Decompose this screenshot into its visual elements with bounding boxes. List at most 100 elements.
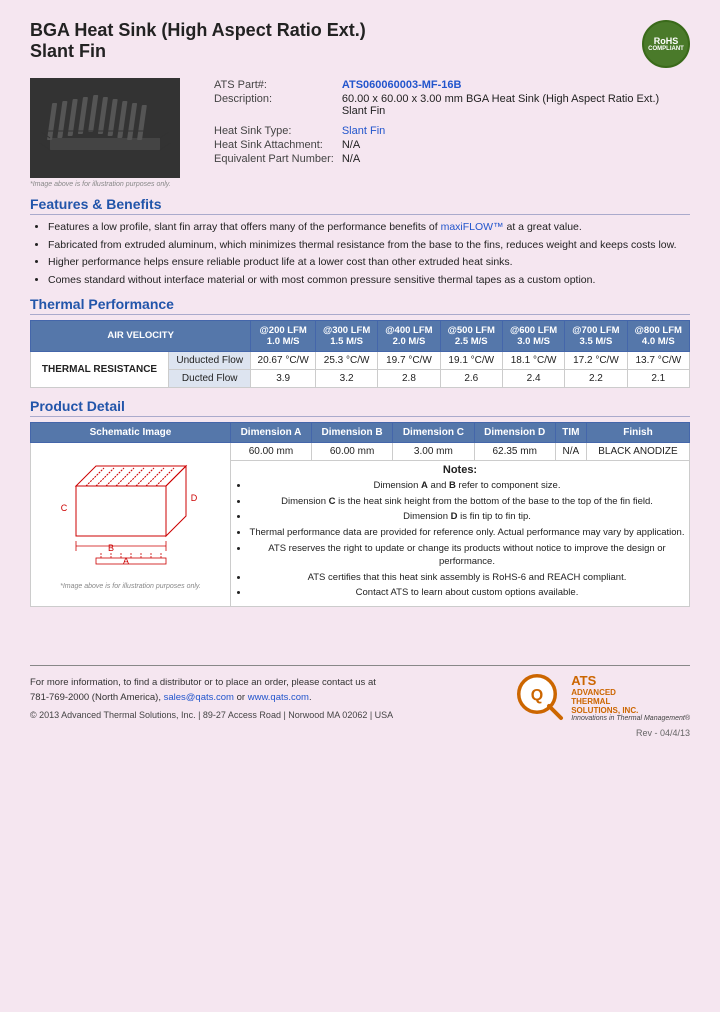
unducted-800: 13.7 °C/W	[627, 351, 689, 369]
heatsink-svg	[35, 83, 175, 173]
tim-value: N/A	[555, 442, 586, 460]
features-list: Features a low profile, slant fin array …	[30, 220, 690, 288]
col-dim-b: Dimension B	[311, 422, 392, 442]
col-700: @700 LFM3.5 M/S	[565, 320, 627, 351]
type-label: Heat Sink Type:	[210, 124, 338, 138]
ats-full3: SOLUTIONS, INC.	[571, 706, 690, 715]
thermal-heading: Thermal Performance	[30, 296, 690, 315]
schematic-svg: B A C D	[46, 446, 216, 576]
title-line2: Slant Fin	[30, 41, 366, 62]
footer-copyright: © 2013 Advanced Thermal Solutions, Inc. …	[30, 709, 393, 723]
rohs-badge: RoHS COMPLIANT	[642, 20, 690, 68]
equiv-value: N/A	[338, 152, 690, 166]
thermal-resistance-label: THERMAL RESISTANCE	[31, 351, 169, 387]
thermal-table: AIR VELOCITY @200 LFM1.0 M/S @300 LFM1.5…	[30, 320, 690, 388]
equiv-label: Equivalent Part Number:	[210, 152, 338, 166]
title-line1: BGA Heat Sink (High Aspect Ratio Ext.)	[30, 20, 366, 41]
note-4: Thermal performance data are provided fo…	[249, 527, 685, 540]
ats-text-block: ATS ADVANCED THERMAL SOLUTIONS, INC. Inn…	[571, 673, 690, 722]
footer-email[interactable]: sales@qats.com	[164, 692, 234, 703]
schematic-image-cell: B A C D	[31, 442, 231, 607]
description-label: Description:	[210, 92, 338, 118]
feature-item-1: Features a low profile, slant fin array …	[48, 220, 690, 235]
attachment-label: Heat Sink Attachment:	[210, 138, 338, 152]
notes-cell: Notes: Dimension A and B refer to compon…	[231, 460, 690, 607]
ducted-label: Ducted Flow	[169, 369, 251, 387]
footer-left: For more information, to find a distribu…	[30, 676, 393, 722]
air-velocity-header: AIR VELOCITY	[31, 320, 251, 351]
col-schematic: Schematic Image	[31, 422, 231, 442]
product-detail-table: Schematic Image Dimension A Dimension B …	[30, 422, 690, 608]
footer: For more information, to find a distribu…	[30, 672, 690, 722]
attachment-value: N/A	[338, 138, 690, 152]
note-1: Dimension A and B refer to component siz…	[249, 480, 685, 493]
ats-full2: THERMAL	[571, 697, 690, 706]
col-500: @500 LFM2.5 M/S	[440, 320, 502, 351]
detail-table: ATS Part#: ATS060060003-MF-16B Descripti…	[210, 78, 690, 166]
ats-name: ATS	[571, 673, 690, 688]
finish-value: BLACK ANODIZE	[586, 442, 689, 460]
part-number: ATS060060003-MF-16B	[338, 78, 690, 92]
product-image-box	[30, 78, 180, 178]
ducted-300: 3.2	[315, 369, 377, 387]
rohs-text: RoHS	[654, 36, 679, 46]
dim-b-value: 60.00 mm	[311, 442, 392, 460]
footer-contact: For more information, to find a distribu…	[30, 676, 393, 690]
col-400: @400 LFM2.0 M/S	[378, 320, 440, 351]
ats-logo: Q ATS ADVANCED THERMAL SOLUTIONS, INC. I…	[515, 672, 690, 722]
svg-text:Q: Q	[531, 687, 543, 704]
page-number: Rev - 04/4/13	[30, 728, 690, 738]
footer-phone: 781-769-2000 (North America),	[30, 692, 161, 703]
col-200: @200 LFM1.0 M/S	[251, 320, 316, 351]
footer-period: .	[309, 692, 312, 703]
svg-text:C: C	[60, 503, 67, 513]
unducted-label: Unducted Flow	[169, 351, 251, 369]
note-2: Dimension C is the heat sink height from…	[249, 496, 685, 509]
ducted-700: 2.2	[565, 369, 627, 387]
svg-text:A: A	[122, 556, 128, 566]
note-7: Contact ATS to learn about custom option…	[249, 587, 685, 600]
col-finish: Finish	[586, 422, 689, 442]
footer-contact-text: For more information, to find a distribu…	[30, 677, 376, 688]
unducted-700: 17.2 °C/W	[565, 351, 627, 369]
footer-contact-details: 781-769-2000 (North America), sales@qats…	[30, 691, 393, 705]
maxiflow-link: maxiFLOW™	[441, 221, 504, 233]
ducted-800: 2.1	[627, 369, 689, 387]
feature-item-3: Higher performance helps ensure reliable…	[48, 255, 690, 270]
dim-a-value: 60.00 mm	[231, 442, 312, 460]
dim-d-value: 62.35 mm	[474, 442, 555, 460]
unducted-600: 18.1 °C/W	[502, 351, 564, 369]
product-details: ATS Part#: ATS060060003-MF-16B Descripti…	[210, 78, 690, 188]
type-value: Slant Fin	[338, 124, 690, 138]
product-detail-heading: Product Detail	[30, 398, 690, 417]
product-info-section: *Image above is for illustration purpose…	[30, 78, 690, 188]
ats-tagline: Innovations in Thermal Management®	[571, 715, 690, 722]
ducted-500: 2.6	[440, 369, 502, 387]
col-300: @300 LFM1.5 M/S	[315, 320, 377, 351]
col-dim-a: Dimension A	[231, 422, 312, 442]
product-image-section: *Image above is for illustration purpose…	[30, 78, 190, 188]
note-3: Dimension D is fin tip to fin tip.	[249, 511, 685, 524]
col-dim-d: Dimension D	[474, 422, 555, 442]
svg-text:D: D	[190, 493, 197, 503]
unducted-500: 19.1 °C/W	[440, 351, 502, 369]
features-heading: Features & Benefits	[30, 196, 690, 215]
part-label: ATS Part#:	[210, 78, 338, 92]
ducted-600: 2.4	[502, 369, 564, 387]
schematic-note: *Image above is for illustration purpose…	[35, 583, 226, 590]
footer-website[interactable]: www.qats.com	[248, 692, 309, 703]
notes-heading: Notes:	[235, 464, 685, 476]
footer-divider	[30, 665, 690, 666]
ducted-200: 3.9	[251, 369, 316, 387]
col-tim: TIM	[555, 422, 586, 442]
description-value: 60.00 x 60.00 x 3.00 mm BGA Heat Sink (H…	[338, 92, 690, 118]
feature-item-4: Comes standard without interface materia…	[48, 273, 690, 288]
ats-q-icon: Q	[515, 672, 565, 722]
note-5: ATS reserves the right to update or chan…	[249, 543, 685, 569]
page-header: BGA Heat Sink (High Aspect Ratio Ext.) S…	[30, 20, 690, 68]
unducted-400: 19.7 °C/W	[378, 351, 440, 369]
notes-list: Dimension A and B refer to component siz…	[235, 480, 685, 601]
unducted-200: 20.67 °C/W	[251, 351, 316, 369]
feature-item-2: Fabricated from extruded aluminum, which…	[48, 238, 690, 253]
col-600: @600 LFM3.0 M/S	[502, 320, 564, 351]
